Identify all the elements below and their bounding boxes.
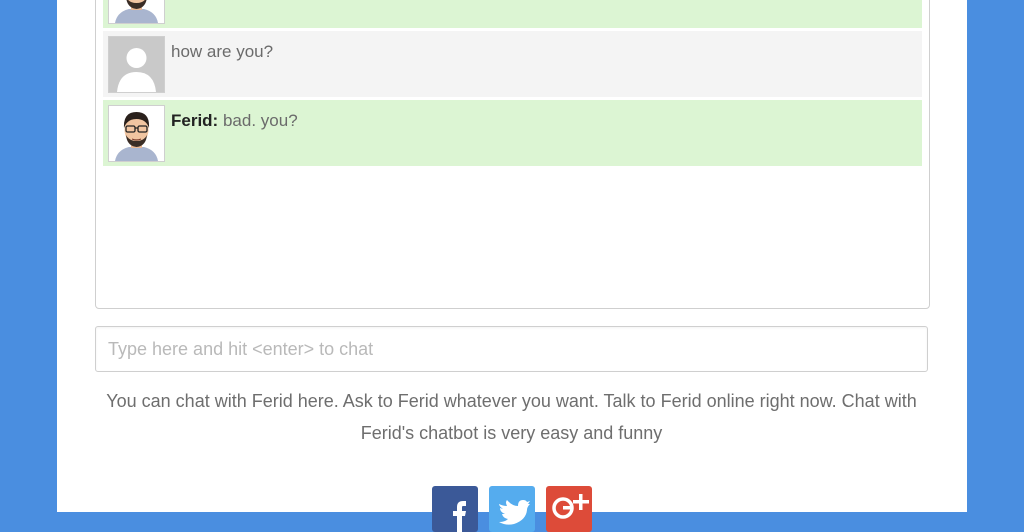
- chat-message-user: how are you?: [103, 31, 922, 97]
- ferid-avatar: [108, 105, 165, 162]
- google-plus-share-button[interactable]: [546, 486, 592, 532]
- chat-message-bot: [103, 0, 922, 28]
- google-plus-icon: [552, 494, 589, 519]
- chat-message-text: Ferid: bad. you?: [171, 111, 298, 131]
- chat-message-bot: Ferid: bad. you?: [103, 100, 922, 166]
- chat-message-body: how are you?: [171, 42, 274, 61]
- user-avatar: [108, 36, 165, 93]
- twitter-icon: [499, 500, 530, 525]
- chat-message-body: bad. you?: [222, 111, 298, 130]
- facebook-icon: [453, 501, 466, 532]
- chat-message-text: how are you?: [171, 42, 273, 62]
- page-container: how are you? Ferid: bad. you? Type here …: [57, 0, 967, 532]
- page-description: You can chat with Ferid here. Ask to Fer…: [106, 391, 917, 443]
- twitter-share-button[interactable]: [489, 486, 535, 532]
- ferid-avatar-icon: [109, 0, 164, 23]
- facebook-share-button[interactable]: [432, 486, 478, 532]
- chat-message-sender: Ferid:: [171, 111, 219, 130]
- chat-log[interactable]: how are you? Ferid: bad. you?: [95, 0, 930, 309]
- chat-input[interactable]: [95, 326, 928, 372]
- default-user-icon: [109, 37, 164, 92]
- ferid-avatar-icon: [109, 106, 164, 161]
- ferid-avatar: [108, 0, 165, 24]
